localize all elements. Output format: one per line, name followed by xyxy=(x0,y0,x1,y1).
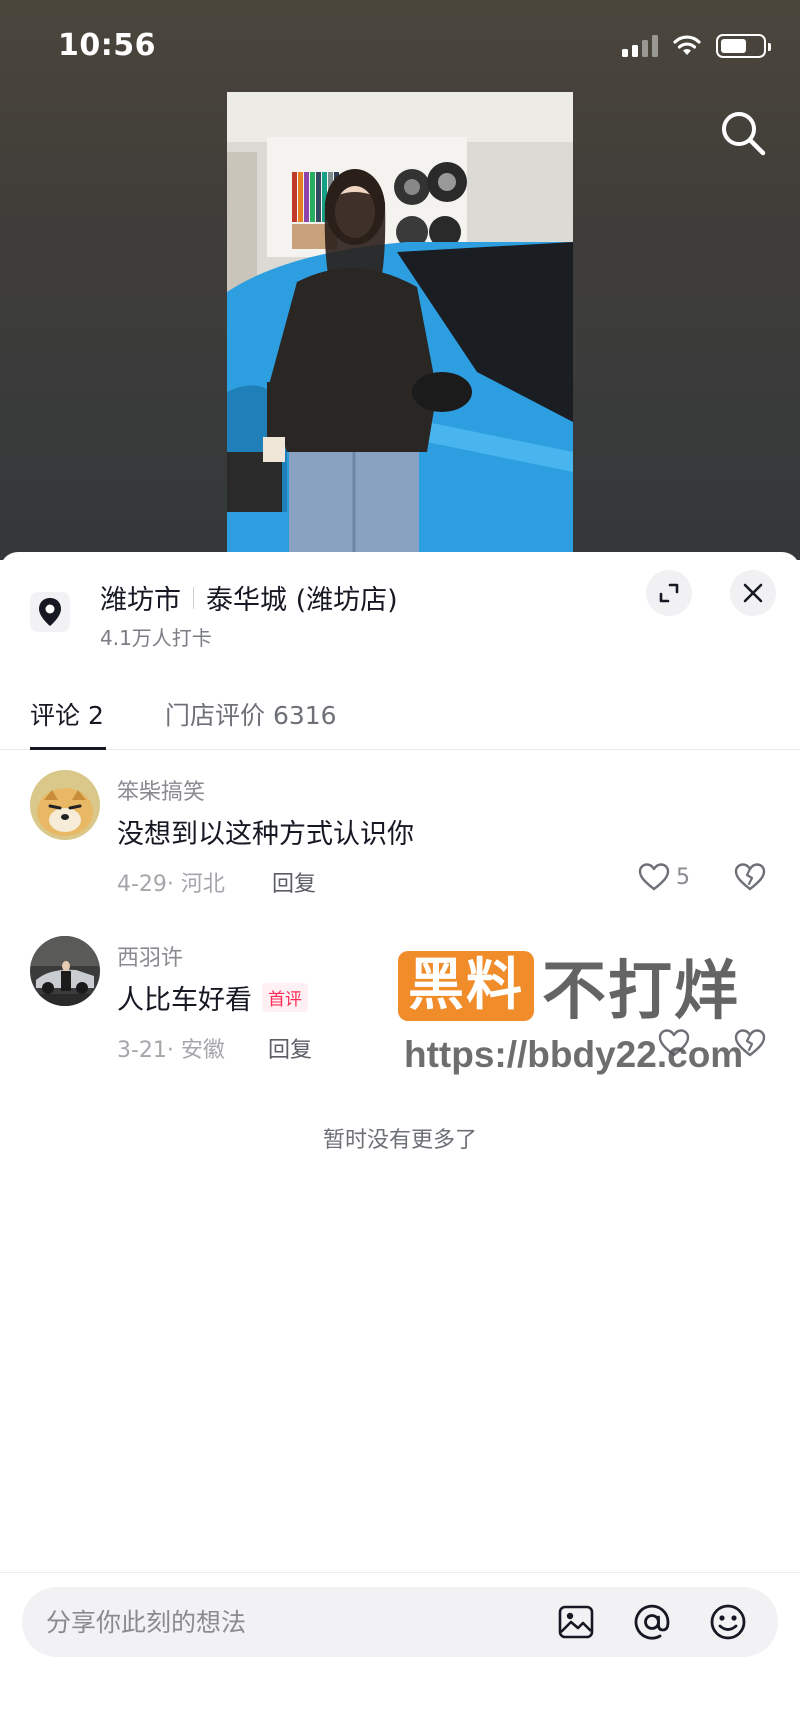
location-place: 泰华城 (潍坊店) xyxy=(206,585,398,616)
status-icons xyxy=(622,34,771,58)
location-city: 潍坊市 xyxy=(100,585,181,616)
emoji-icon[interactable] xyxy=(708,1602,748,1642)
location-pin-icon xyxy=(30,592,70,632)
avatar[interactable] xyxy=(30,936,100,1006)
mention-icon[interactable] xyxy=(632,1602,672,1642)
dislike-button[interactable] xyxy=(734,1028,766,1062)
broken-heart-icon xyxy=(734,1029,766,1057)
comment-username[interactable]: 西羽许 xyxy=(117,940,183,972)
status-time: 10:56 xyxy=(58,28,156,63)
title-divider xyxy=(193,586,194,609)
comment-username[interactable]: 笨柴搞笑 xyxy=(117,774,205,806)
reply-button[interactable]: 回复 xyxy=(268,1032,312,1064)
comment-item: 西羽许 人比车好看 首评 3-21· 安徽 回复 xyxy=(0,936,800,1086)
battery-icon xyxy=(716,34,771,58)
video-frame[interactable] xyxy=(227,92,573,560)
cellular-signal-icon xyxy=(622,35,658,57)
location-title[interactable]: 潍坊市 泰华城 (潍坊店) xyxy=(100,578,398,617)
comment-text: 人比车好看 首评 xyxy=(117,978,308,1017)
reply-button[interactable]: 回复 xyxy=(272,866,316,898)
comment-date-location: 4-29· 河北 xyxy=(117,872,225,897)
tab-store-reviews[interactable]: 门店评价 6316 xyxy=(165,696,337,732)
first-comment-badge: 首评 xyxy=(262,983,308,1012)
close-icon xyxy=(743,583,763,603)
comment-item: 笨柴搞笑 没想到以这种方式认识你 4-29· 河北 回复 5 xyxy=(0,770,800,920)
search-icon[interactable] xyxy=(718,108,768,158)
close-button[interactable] xyxy=(730,570,776,616)
like-count: 5 xyxy=(676,864,690,890)
comment-date-location: 3-21· 安徽 xyxy=(117,1038,225,1063)
heart-icon xyxy=(638,863,670,891)
comment-input-bar xyxy=(0,1572,800,1731)
comment-input-container xyxy=(22,1587,778,1657)
broken-heart-icon xyxy=(734,863,766,891)
tab-comments[interactable]: 评论 2 xyxy=(30,696,104,732)
status-bar: 10:56 xyxy=(0,0,800,96)
wifi-icon xyxy=(673,35,701,55)
comment-input[interactable] xyxy=(46,1587,546,1657)
video-thumbnail-image xyxy=(227,92,573,560)
avatar[interactable] xyxy=(30,770,100,840)
active-tab-indicator xyxy=(30,747,106,750)
no-more-comments-text: 暂时没有更多了 xyxy=(322,1128,477,1153)
tab-bar: 评论 2 门店评价 6316 xyxy=(0,680,800,750)
heart-icon xyxy=(658,1029,690,1057)
dislike-button[interactable] xyxy=(734,862,766,896)
image-icon[interactable] xyxy=(556,1602,596,1642)
comment-body: 人比车好看 xyxy=(117,985,252,1016)
like-button[interactable]: 5 xyxy=(638,862,690,892)
expand-icon xyxy=(659,583,679,603)
location-header: 潍坊市 泰华城 (潍坊店) 4.1万人打卡 xyxy=(0,552,800,662)
comment-text: 没想到以这种方式认识你 xyxy=(117,812,414,851)
comment-body: 没想到以这种方式认识你 xyxy=(117,819,414,850)
like-button[interactable] xyxy=(658,1028,690,1058)
expand-button[interactable] xyxy=(646,570,692,616)
checkin-count: 4.1万人打卡 xyxy=(100,626,212,650)
comment-sheet: 潍坊市 泰华城 (潍坊店) 4.1万人打卡 评论 2 门店评价 6316 笨柴搞… xyxy=(0,552,800,1731)
